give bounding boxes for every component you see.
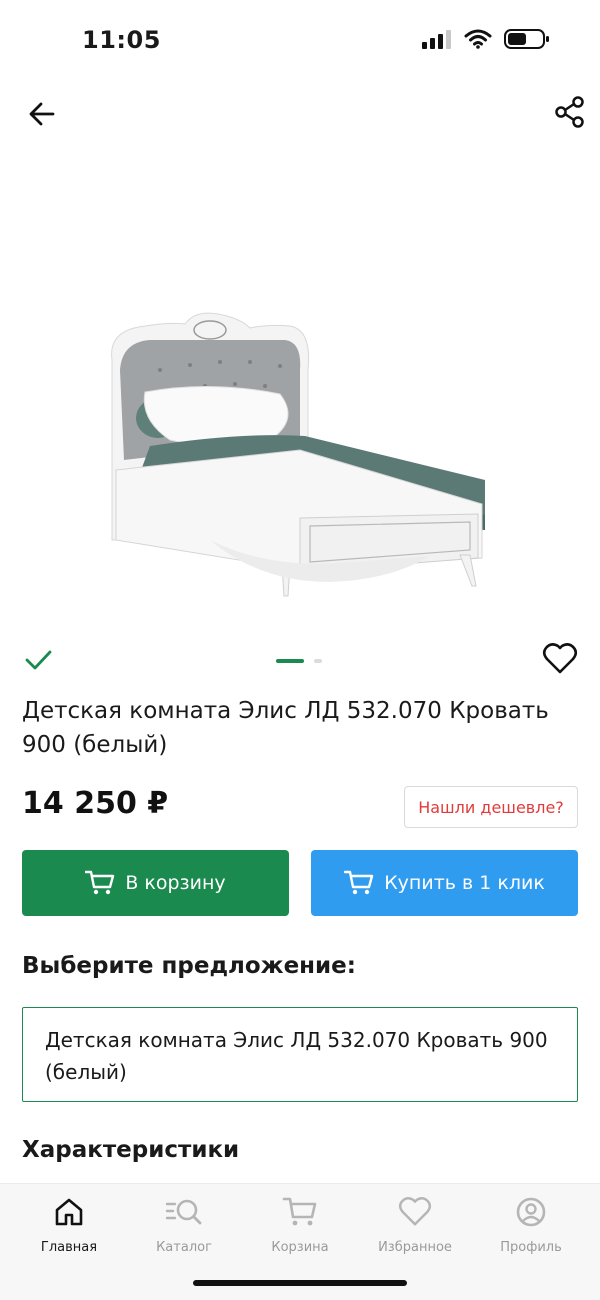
tab-label: Корзина xyxy=(271,1240,329,1255)
tab-label: Главная xyxy=(40,1240,98,1255)
favorite-button[interactable] xyxy=(542,642,578,680)
in-stock-check-icon xyxy=(22,644,54,680)
heart-icon xyxy=(542,643,578,674)
catalog-search-icon xyxy=(165,1194,203,1230)
offer-option-selected[interactable]: Детская комната Элис ЛД 532.070 Кровать … xyxy=(22,1007,578,1102)
found-cheaper-button[interactable]: Нашли дешевле? xyxy=(404,786,578,828)
status-bar: 11:05 xyxy=(0,0,600,80)
profile-icon xyxy=(515,1194,547,1230)
buy-one-click-button[interactable]: Купить в 1 клик xyxy=(311,850,578,916)
share-icon xyxy=(555,96,584,128)
offer-heading: Выберите предложение: xyxy=(22,953,356,979)
home-indicator[interactable] xyxy=(193,1280,407,1286)
gallery-dot-active[interactable] xyxy=(276,659,304,663)
status-icons xyxy=(422,28,550,54)
arrow-left-icon xyxy=(29,102,55,126)
tab-cart[interactable]: Корзина xyxy=(245,1194,355,1255)
add-to-cart-label: В корзину xyxy=(125,872,226,894)
product-price: 14 250 ₽ xyxy=(22,786,169,821)
product-image[interactable] xyxy=(90,300,500,610)
share-button[interactable] xyxy=(552,94,588,130)
tab-favorites[interactable]: Избранное xyxy=(360,1194,470,1255)
home-icon xyxy=(53,1194,85,1230)
battery-icon xyxy=(504,28,550,54)
buy-one-click-label: Купить в 1 клик xyxy=(384,872,545,894)
tab-home[interactable]: Главная xyxy=(14,1194,124,1255)
cart-icon xyxy=(282,1194,318,1230)
tab-label: Избранное xyxy=(378,1240,452,1255)
signal-icon xyxy=(422,29,452,53)
product-title: Детская комната Элис ЛД 532.070 Кровать … xyxy=(22,698,549,758)
tab-catalog[interactable]: Каталог xyxy=(129,1194,239,1255)
cart-icon xyxy=(85,870,115,895)
back-button[interactable] xyxy=(24,96,60,132)
tab-label: Каталог xyxy=(156,1240,212,1255)
specs-heading[interactable]: Характеристики xyxy=(22,1137,239,1163)
cart-icon xyxy=(344,870,374,895)
add-to-cart-button[interactable]: В корзину xyxy=(22,850,289,916)
gallery-controls xyxy=(0,640,600,680)
status-time: 11:05 xyxy=(82,26,161,54)
tab-profile[interactable]: Профиль xyxy=(476,1194,586,1255)
heart-icon xyxy=(398,1194,432,1230)
bed-image xyxy=(111,312,485,597)
wifi-icon xyxy=(464,29,492,53)
gallery-pagination[interactable] xyxy=(276,659,322,663)
gallery-dot[interactable] xyxy=(314,659,322,663)
tab-label: Профиль xyxy=(500,1240,562,1255)
